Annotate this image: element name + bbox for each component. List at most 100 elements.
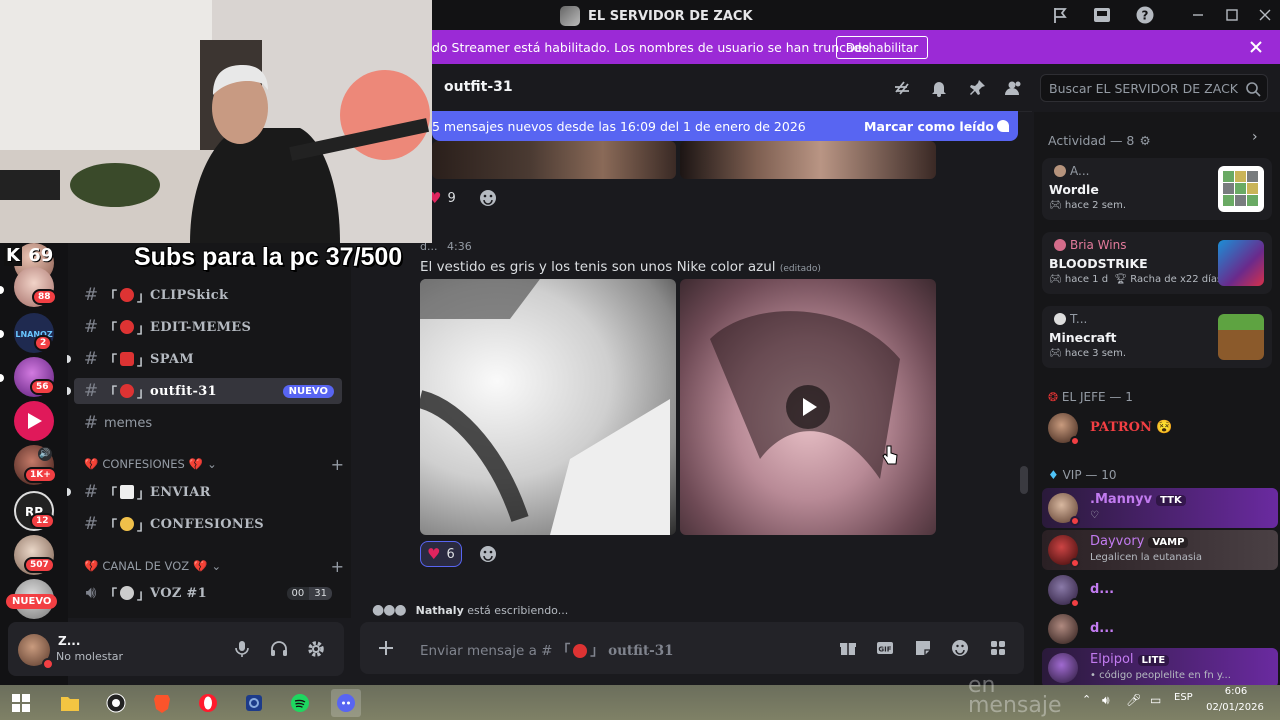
pin-icon[interactable] — [967, 78, 987, 98]
clock-time[interactable]: 6:06 — [1206, 686, 1266, 697]
file-explorer-icon[interactable] — [55, 689, 85, 717]
member-name-text: PATRON — [1090, 420, 1152, 435]
username[interactable]: Z... — [58, 634, 80, 648]
channel-name: SPAM — [150, 351, 194, 367]
channel-confesiones[interactable]: # 「 」 CONFESIONES — [74, 511, 342, 537]
microphone-icon[interactable] — [232, 639, 252, 659]
card-sub-text: hace 2 sem. — [1064, 200, 1126, 211]
kick-count-value: 69 — [28, 245, 54, 266]
channel-clips-kick[interactable]: # 「 」 CLIPSkick — [74, 282, 342, 308]
app-icon[interactable] — [239, 689, 269, 717]
chat-scrollbar[interactable] — [1020, 466, 1028, 494]
server-icon[interactable] — [14, 401, 54, 441]
message-image[interactable] — [432, 141, 676, 179]
channel-name: outfit-31 — [150, 383, 217, 399]
spotify-icon[interactable] — [285, 689, 315, 717]
play-icon[interactable] — [786, 385, 830, 429]
category-confesiones[interactable]: 💔 CONFESIONES 💔 ⌄ + — [84, 455, 344, 474]
gift-icon[interactable] — [838, 638, 858, 658]
search-input[interactable]: Buscar EL SERVIDOR DE ZACK — [1040, 74, 1268, 102]
message-image-photo[interactable] — [420, 279, 676, 535]
new-server-badge[interactable]: NUEVO — [6, 594, 58, 609]
voice-channel-voz-1[interactable]: 🔊︎ 「 」 VOZ #1 00 31 — [74, 580, 342, 606]
gear-icon[interactable] — [306, 639, 326, 659]
add-channel-icon[interactable]: + — [331, 557, 344, 576]
card-user: T... — [1054, 312, 1087, 326]
opera-icon[interactable] — [193, 689, 223, 717]
message-image[interactable] — [680, 141, 936, 179]
window-title: EL SERVIDOR DE ZACK — [560, 6, 753, 26]
chevron-down-icon: ⌄ — [211, 559, 222, 573]
minimize-icon[interactable] — [1188, 5, 1208, 25]
bracket: 「 — [104, 353, 118, 369]
bracket: 」 — [590, 643, 604, 659]
add-reaction-icon[interactable] — [477, 187, 499, 209]
close-icon[interactable] — [1248, 39, 1264, 55]
message-composer[interactable]: Enviar mensaje a # 「 」 outfit-31 GIF — [360, 622, 1024, 674]
help-icon[interactable]: ? — [1135, 5, 1155, 25]
apps-icon[interactable] — [988, 638, 1008, 658]
tray-chevron-icon[interactable]: ⌃ — [1082, 693, 1091, 706]
windows-start-icon[interactable] — [6, 689, 36, 717]
add-reaction-icon[interactable] — [477, 543, 499, 565]
emoji-icon[interactable] — [950, 638, 970, 658]
discord-icon[interactable] — [331, 689, 361, 717]
member-d[interactable]: d... — [1042, 609, 1278, 649]
brave-icon[interactable] — [147, 689, 177, 717]
reaction-heart[interactable]: ♥ 6 — [420, 541, 462, 567]
inbox-icon[interactable] — [1092, 5, 1112, 25]
message-input[interactable]: Enviar mensaje a # 「 」 outfit-31 — [420, 639, 674, 659]
kick-viewer-count: K 69 — [4, 245, 53, 266]
activity-card-bloodstrike[interactable]: Bria Wins BLOODSTRIKE 🎮︎ hace 1 d 🏆︎ Rac… — [1042, 232, 1272, 294]
activity-card-wordle[interactable]: A... Wordle 🎮︎ hace 2 sem. — [1042, 158, 1272, 220]
language-indicator[interactable]: ESP — [1174, 692, 1193, 703]
cursor-hand-icon — [882, 444, 898, 466]
ghost-text-overlay: en mensaje — [968, 673, 1062, 718]
search-placeholder: Buscar EL SERVIDOR DE ZACK — [1049, 81, 1239, 96]
mark-read-icon — [996, 119, 1010, 133]
member-dayvory[interactable]: Dayvory VAMP Legalicen la eutanasia — [1042, 530, 1278, 570]
role-header-jefe: ❂ EL JEFE — 1 — [1048, 390, 1133, 404]
mention-badge: 12 — [30, 513, 55, 529]
channel-spam[interactable]: # 「 」 SPAM — [74, 346, 342, 372]
member-mannyv[interactable]: .Mannyv TTK ♡ — [1042, 488, 1278, 528]
gif-icon[interactable]: GIF — [875, 638, 895, 658]
add-channel-icon[interactable]: + — [331, 455, 344, 474]
speaker-emoji-icon — [120, 586, 135, 600]
angry-emoji-icon — [573, 644, 588, 658]
activity-header[interactable]: Actividad — 8 ⚙ — [1048, 130, 1151, 149]
channel-memes[interactable]: # memes — [74, 410, 342, 436]
typing-indicator: ●●● Nathaly está escribiendo... — [372, 602, 568, 618]
volume-icon[interactable]: 🔊︎ — [1102, 693, 1110, 708]
maximize-icon[interactable] — [1222, 5, 1242, 25]
svg-text:?: ? — [1142, 9, 1149, 23]
mic-tray-icon[interactable]: 🎤︎ — [1126, 693, 1141, 707]
obs-icon[interactable] — [101, 689, 131, 717]
chevron-right-icon[interactable]: › — [1252, 129, 1258, 145]
threads-flag-icon[interactable] — [1050, 5, 1070, 25]
channel-name: ENVIAR — [150, 484, 211, 500]
member-patron[interactable]: PATRON 😵 — [1042, 408, 1278, 448]
activity-card-minecraft[interactable]: T... Minecraft 🎮︎ hace 3 sem. — [1042, 306, 1272, 368]
disable-button[interactable]: Deshabilitar — [836, 36, 928, 59]
member-d[interactable]: d... — [1042, 570, 1278, 610]
clock-date[interactable]: 02/01/2026 — [1204, 702, 1266, 713]
mark-as-read-button[interactable]: Marcar como leído — [864, 119, 994, 134]
plus-icon[interactable] — [376, 638, 396, 658]
category-canal-de-voz[interactable]: 💔 CANAL DE VOZ 💔 ⌄ + — [84, 557, 344, 576]
close-window-icon[interactable] — [1255, 5, 1275, 25]
new-messages-bar[interactable]: 5 mensajes nuevos desde las 16:09 del 1 … — [432, 111, 1018, 141]
member-tag: LITE — [1137, 655, 1170, 666]
threads-icon[interactable] — [892, 78, 912, 98]
bell-icon[interactable] — [929, 78, 949, 98]
sticker-icon[interactable] — [913, 638, 933, 658]
channel-outfit-31[interactable]: # 「 」 outfit-31 NUEVO — [74, 378, 342, 404]
battery-icon[interactable]: ▭ — [1150, 693, 1161, 707]
members-icon[interactable] — [1004, 78, 1024, 98]
member-status: ♡ — [1090, 510, 1099, 521]
headphones-icon[interactable] — [269, 639, 289, 659]
category-name: CANAL DE VOZ — [102, 559, 190, 573]
channel-edit-memes[interactable]: # 「 」 EDIT-MEMES — [74, 314, 342, 340]
channel-enviar[interactable]: # 「 」 ENVIAR — [74, 479, 342, 505]
message-video[interactable] — [680, 279, 936, 535]
